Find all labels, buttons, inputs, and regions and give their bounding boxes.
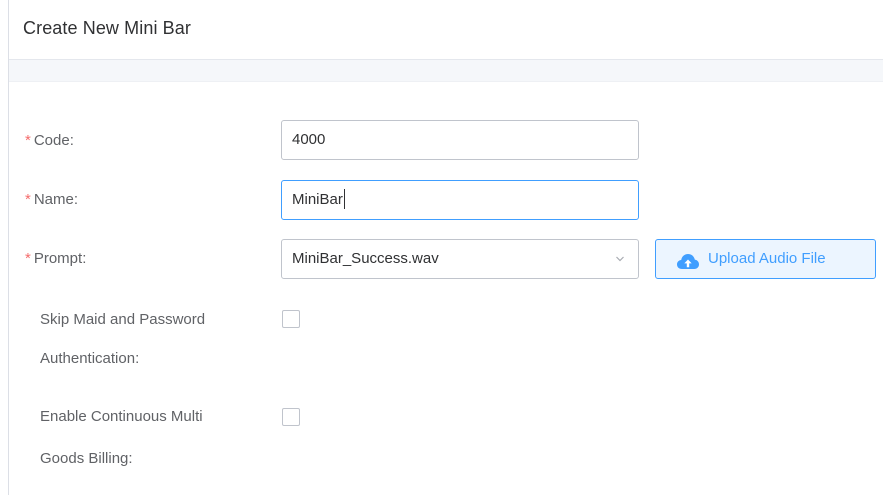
cloud-upload-icon — [676, 249, 700, 269]
prompt-label-text: Prompt: — [33, 250, 87, 267]
code-input[interactable]: 4000 — [281, 120, 639, 160]
continuous-billing-checkbox[interactable] — [282, 408, 300, 426]
skip-maid-label-line2: Authentication: — [40, 350, 140, 367]
required-mark: * — [25, 191, 31, 208]
name-label: * Name: — [25, 190, 78, 210]
chevron-down-icon — [614, 240, 626, 278]
code-input-value: 4000 — [292, 131, 326, 148]
code-label-text: Code: — [33, 132, 74, 149]
upload-audio-file-button[interactable]: Upload Audio File — [655, 239, 876, 279]
continuous-billing-label-line2: Goods Billing: — [40, 450, 133, 467]
dialog-header: Create New Mini Bar — [9, 0, 883, 60]
required-mark: * — [25, 132, 31, 149]
text-caret — [343, 188, 345, 209]
prompt-select[interactable]: MiniBar_Success.wav — [281, 239, 639, 279]
skip-maid-checkbox[interactable] — [282, 310, 300, 328]
header-divider-band — [9, 60, 883, 82]
required-mark: * — [25, 250, 31, 267]
name-input-value: MiniBar — [292, 191, 343, 208]
name-label-text: Name: — [33, 191, 79, 208]
continuous-billing-label-line1: Enable Continuous Multi — [40, 408, 203, 425]
code-label: * Code: — [25, 131, 74, 151]
page-title: Create New Mini Bar — [23, 18, 191, 38]
name-input[interactable]: MiniBar — [281, 180, 639, 220]
skip-maid-label-line1: Skip Maid and Password — [40, 311, 206, 328]
mini-bar-dialog: Create New Mini Bar * Code: 4000 * Name: M… — [8, 0, 883, 495]
upload-audio-file-label: Upload Audio File — [708, 250, 826, 267]
prompt-select-value: MiniBar_Success.wav — [292, 250, 439, 267]
prompt-label: * Prompt: — [25, 249, 86, 269]
